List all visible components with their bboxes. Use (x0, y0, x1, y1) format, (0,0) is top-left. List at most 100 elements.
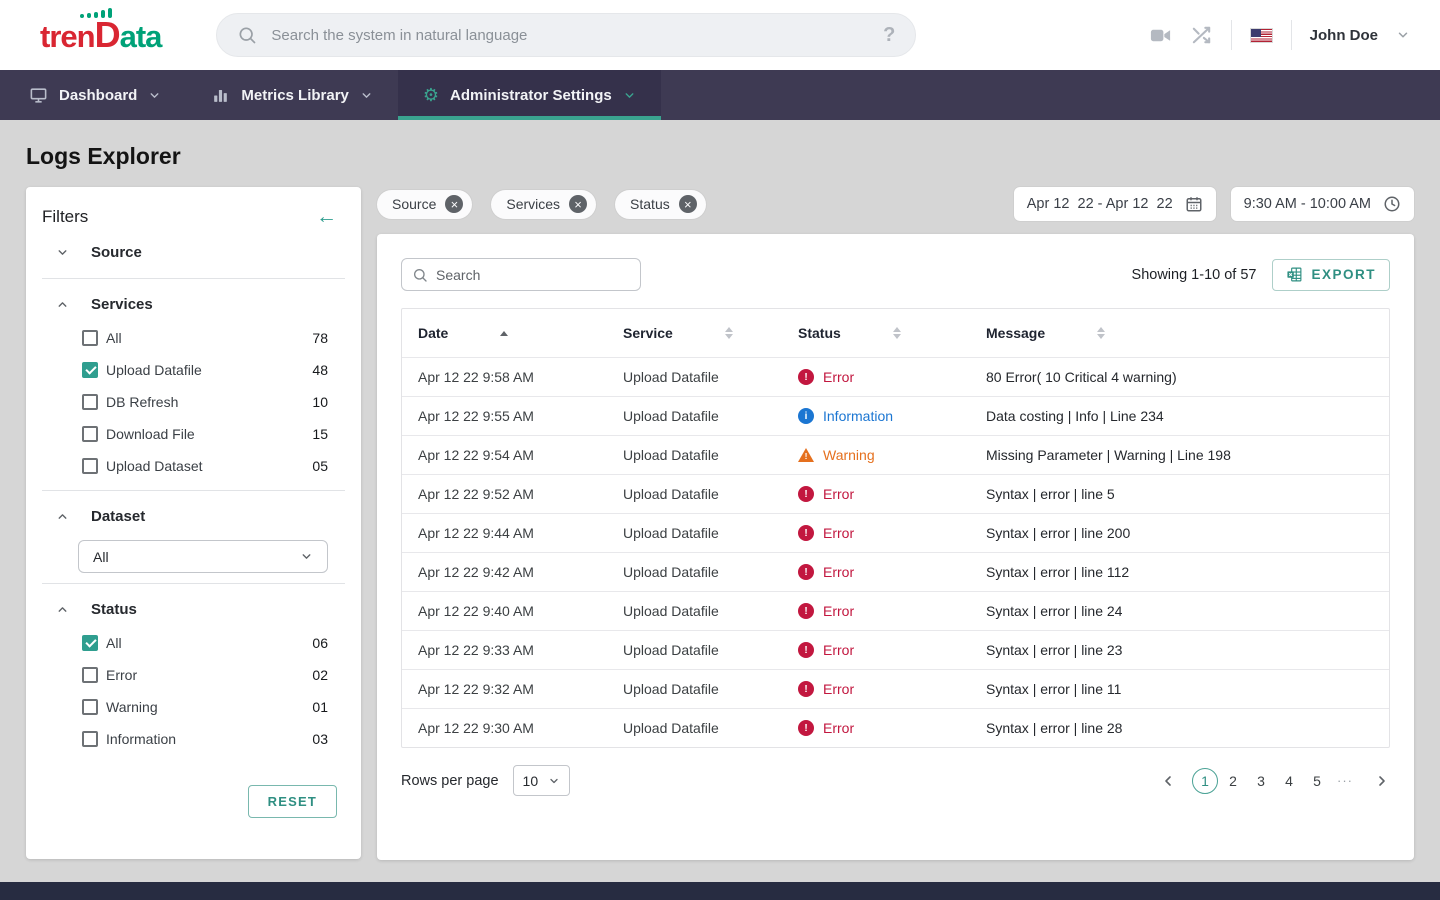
checkbox-upload-datafile[interactable] (82, 362, 98, 378)
bottom-bar (0, 882, 1440, 900)
column-label: Service (623, 325, 673, 341)
checkbox-upload-dataset[interactable] (82, 458, 98, 474)
table-row: Apr 12 22 9:55 AMUpload DatafileiInforma… (402, 396, 1389, 435)
column-header-date[interactable]: Date (402, 325, 607, 341)
time-range-value: 9:30 AM - 10:00 AM (1244, 196, 1371, 212)
cell-date: Apr 12 22 9:52 AM (402, 486, 607, 502)
checkbox-all[interactable] (82, 330, 98, 346)
cell-status: !Error (782, 720, 970, 736)
cell-status: iInformation (782, 408, 970, 424)
filter-section-dataset[interactable]: Dataset (26, 499, 361, 534)
table-row: Apr 12 22 9:44 AMUpload Datafile!ErrorSy… (402, 513, 1389, 552)
column-header-status[interactable]: Status (782, 325, 970, 341)
logo-dots-decoration (80, 8, 112, 18)
showing-count: Showing 1-10 of 57 (1132, 267, 1257, 283)
help-icon[interactable]: ? (883, 24, 895, 47)
nav-item-administrator-settings[interactable]: ⚙Administrator Settings (398, 70, 661, 120)
status-label: Error (823, 486, 854, 502)
global-search-input[interactable] (271, 27, 869, 44)
table-search[interactable] (401, 258, 641, 291)
cell-service: Upload Datafile (607, 642, 782, 658)
close-icon[interactable]: × (445, 195, 463, 213)
user-menu[interactable]: John Doe (1310, 27, 1378, 44)
chevron-right-icon[interactable] (1374, 773, 1390, 789)
close-icon[interactable]: × (679, 195, 697, 213)
chevron-up-icon (56, 298, 69, 311)
filter-option-count: 48 (312, 362, 328, 378)
select-value: All (93, 549, 109, 565)
filter-section-source[interactable]: Source (26, 235, 361, 270)
global-search[interactable]: ? (216, 13, 916, 57)
cell-date: Apr 12 22 9:55 AM (402, 408, 607, 424)
filter-option-label: Error (106, 667, 137, 683)
filter-option-warning: Warning01 (26, 691, 361, 723)
logs-table-card: Showing 1-10 of 57 EXPORT Date Service Sta… (377, 234, 1414, 860)
checkbox-all[interactable] (82, 635, 98, 651)
nav-item-dashboard[interactable]: Dashboard (4, 70, 186, 120)
rows-per-page-select[interactable]: 10 (513, 765, 570, 796)
filters-panel: Filters ← SourceServicesAll78Upload Data… (26, 187, 361, 859)
video-camera-icon[interactable] (1149, 24, 1172, 47)
column-header-message[interactable]: Message (970, 325, 1389, 341)
error-icon: ! (798, 564, 814, 580)
top-header: trenData ? John Doe (0, 0, 1440, 70)
collapse-filters-back-arrow-icon[interactable]: ← (316, 206, 337, 227)
chevron-left-icon[interactable] (1160, 773, 1176, 789)
sort-icon (893, 327, 901, 339)
status-label: Error (823, 681, 854, 697)
clock-icon (1383, 195, 1401, 213)
table-row: Apr 12 22 9:54 AMUpload Datafile!Warning… (402, 435, 1389, 474)
page-button-4[interactable]: 4 (1276, 768, 1302, 794)
filter-option-count: 03 (312, 731, 328, 747)
nav-item-label: Administrator Settings (450, 87, 612, 104)
time-range-picker[interactable]: 9:30 AM - 10:00 AM (1231, 187, 1414, 221)
pagination-ellipsis: ··· (1332, 773, 1358, 788)
table-row: Apr 12 22 9:42 AMUpload Datafile!ErrorSy… (402, 552, 1389, 591)
reset-button[interactable]: RESET (248, 785, 337, 818)
table-footer: Rows per page 10 12345··· (401, 765, 1390, 796)
nav-item-metrics-library[interactable]: Metrics Library (186, 70, 398, 120)
filter-option-count: 01 (312, 699, 328, 715)
export-button[interactable]: EXPORT (1272, 259, 1390, 291)
filter-chip-status[interactable]: Status × (615, 190, 706, 219)
cell-service: Upload Datafile (607, 564, 782, 580)
filter-section-label: Source (91, 244, 142, 261)
checkbox-warning[interactable] (82, 699, 98, 715)
date-range-picker[interactable]: Apr 12 22 - Apr 12 22 (1014, 187, 1216, 221)
checkbox-download-file[interactable] (82, 426, 98, 442)
filter-option-label: Upload Dataset (106, 458, 203, 474)
checkbox-error[interactable] (82, 667, 98, 683)
rows-per-page-value: 10 (523, 773, 539, 789)
shuffle-icon[interactable] (1190, 24, 1213, 47)
close-icon[interactable]: × (569, 195, 587, 213)
information-icon: i (798, 408, 814, 424)
checkbox-information[interactable] (82, 731, 98, 747)
page-button-2[interactable]: 2 (1220, 768, 1246, 794)
column-header-service[interactable]: Service (607, 325, 782, 341)
cell-service: Upload Datafile (607, 681, 782, 697)
checkbox-db-refresh[interactable] (82, 394, 98, 410)
cell-message: Syntax | error | line 112 (970, 564, 1389, 580)
sort-icon (1097, 327, 1105, 339)
trendata-logo[interactable]: trenData (40, 14, 161, 56)
status-label: Error (823, 369, 854, 385)
filter-section-status[interactable]: Status (26, 592, 361, 627)
page-button-3[interactable]: 3 (1248, 768, 1274, 794)
dataset-select[interactable]: All (78, 540, 328, 573)
chip-label: Services (506, 196, 560, 212)
chevron-down-icon[interactable] (1396, 28, 1410, 42)
table-search-input[interactable] (436, 267, 630, 283)
filter-option-label: DB Refresh (106, 394, 178, 410)
filter-chip-source[interactable]: Source× (377, 190, 472, 219)
us-flag-language-selector[interactable] (1250, 28, 1273, 43)
filter-section-services[interactable]: Services (26, 287, 361, 322)
cell-status: !Warning (782, 447, 970, 463)
sort-icon (500, 331, 508, 336)
page-button-5[interactable]: 5 (1304, 768, 1330, 794)
cell-date: Apr 12 22 9:30 AM (402, 720, 607, 736)
cell-service: Upload Datafile (607, 408, 782, 424)
filter-chip-services[interactable]: Services × (491, 190, 596, 219)
filter-section-label: Status (91, 601, 137, 618)
chip-label: Status (630, 196, 670, 212)
page-button-1[interactable]: 1 (1192, 768, 1218, 794)
